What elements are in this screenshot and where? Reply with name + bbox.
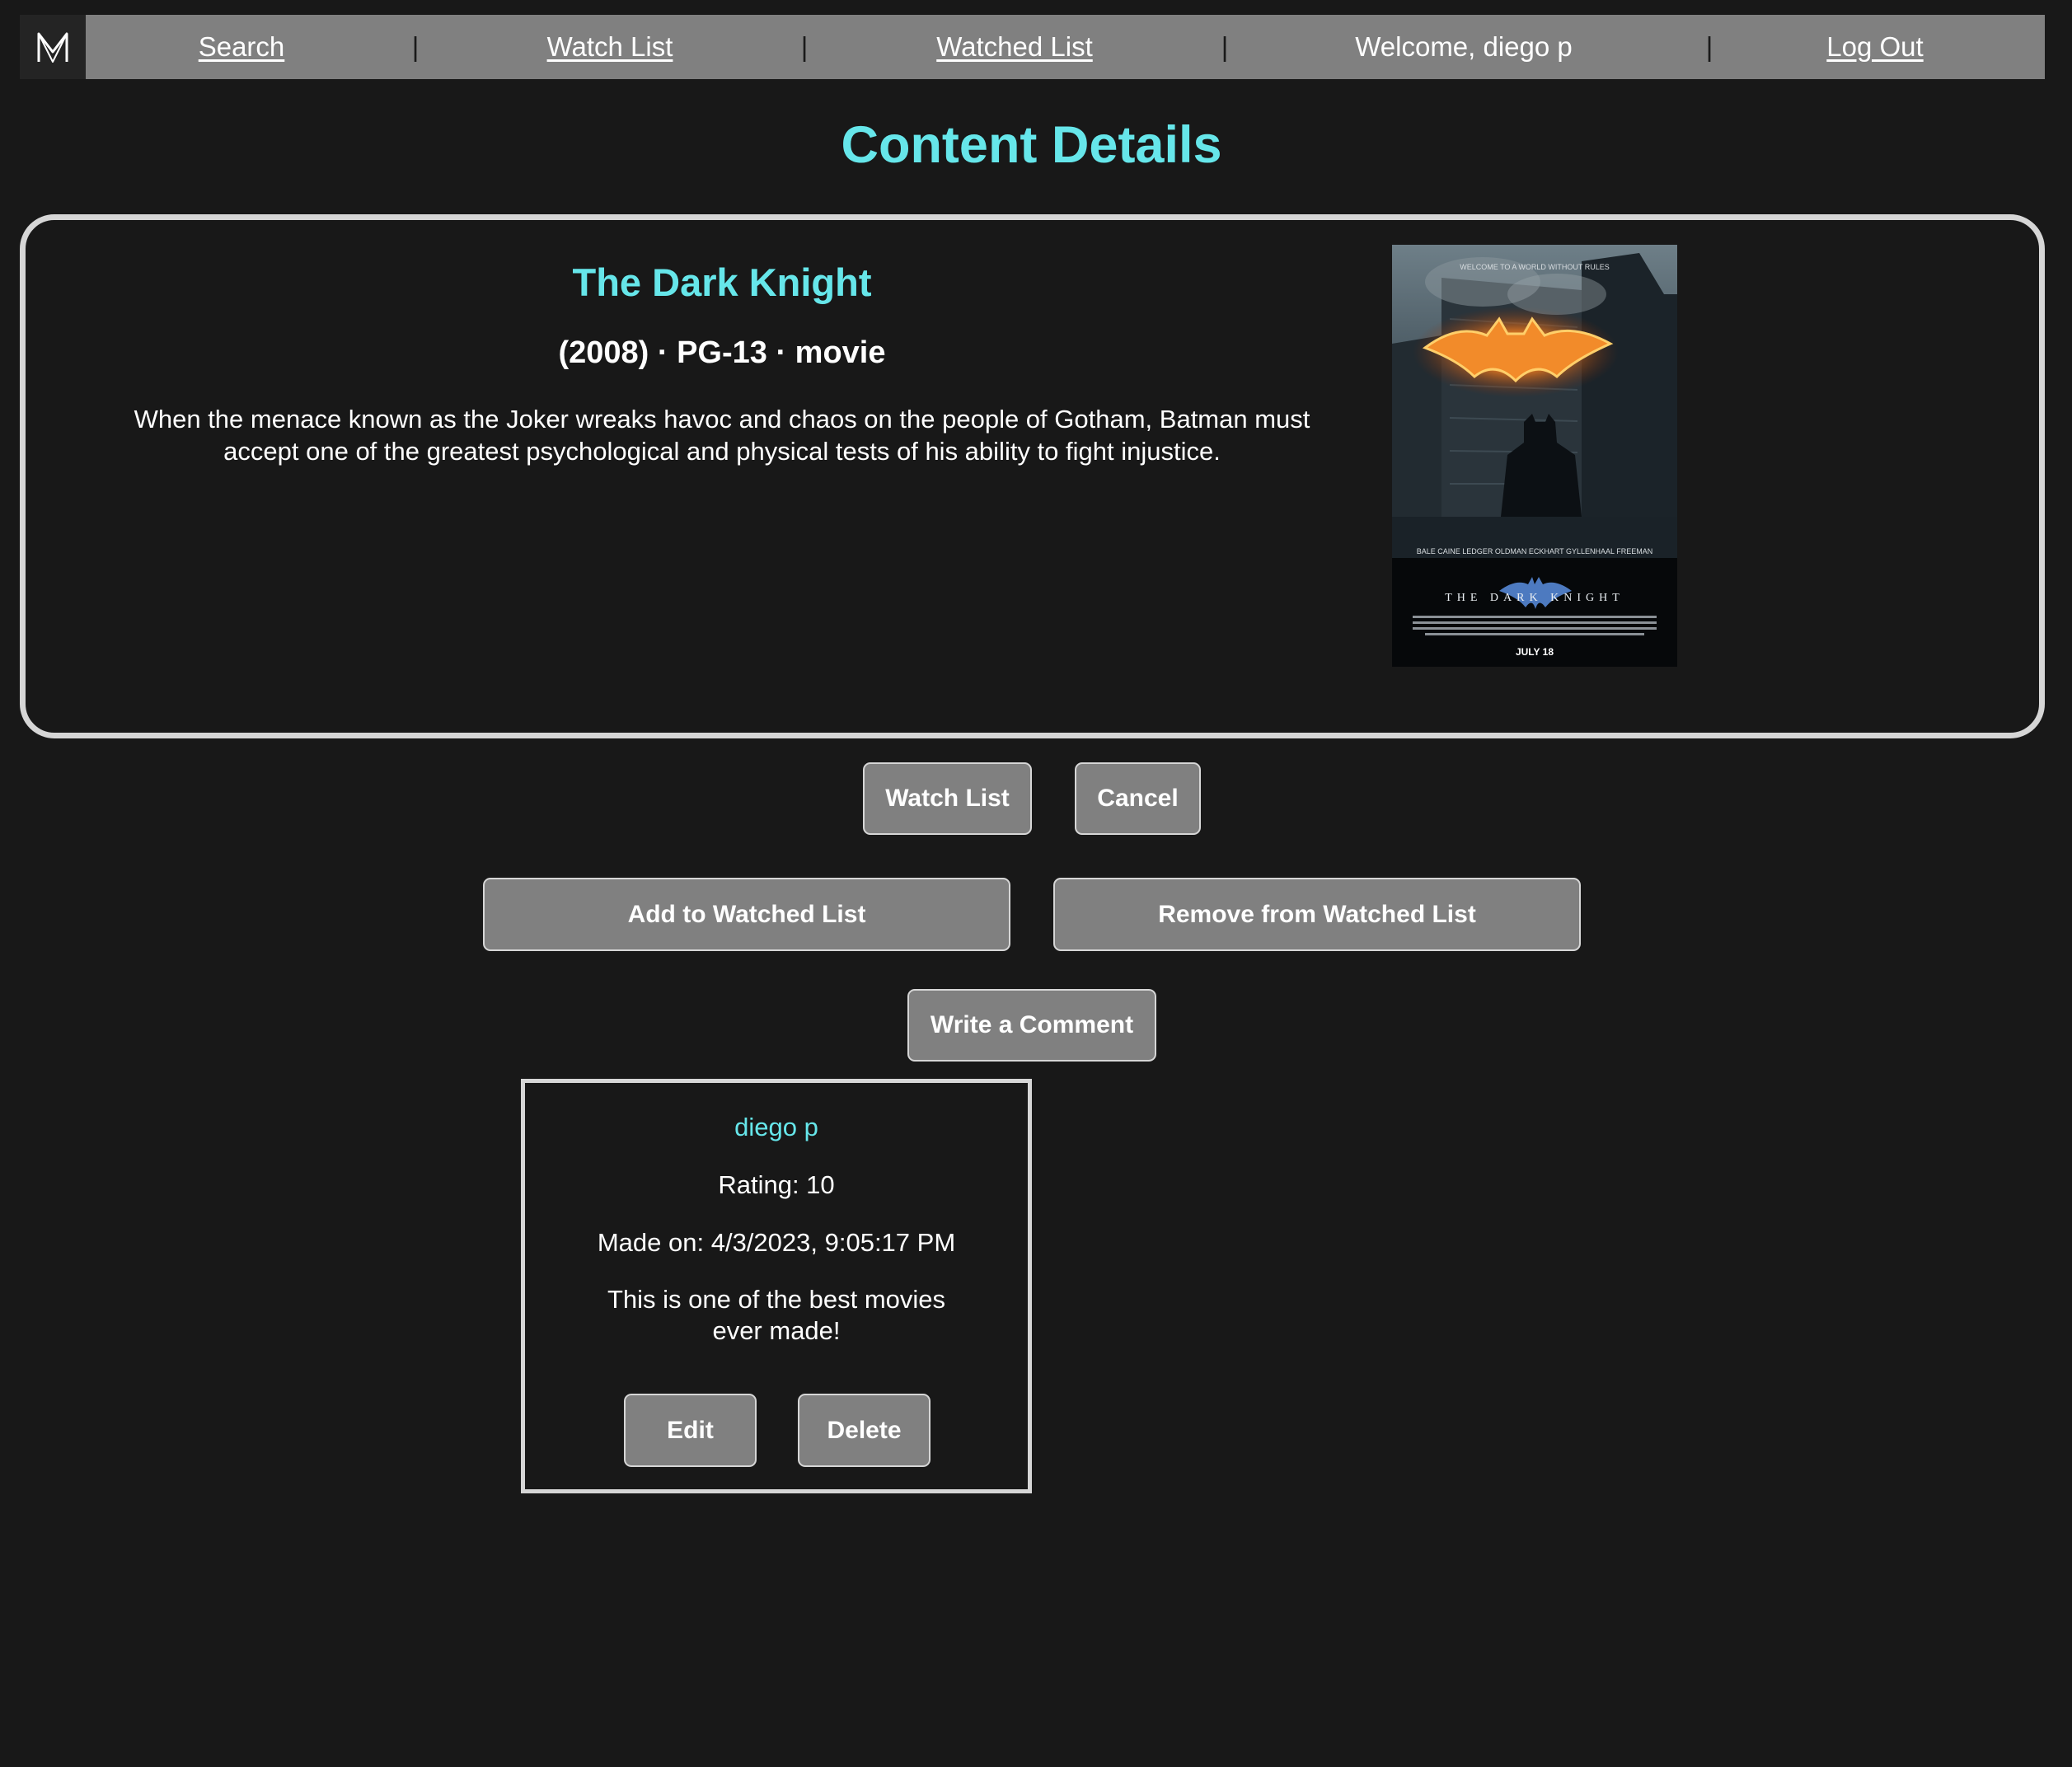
content-title: The Dark Knight bbox=[572, 260, 872, 304]
comment-timestamp: Made on: 4/3/2023, 9:05:17 PM bbox=[597, 1228, 956, 1257]
write-comment-button[interactable]: Write a Comment bbox=[907, 989, 1156, 1062]
poster-tagline: WELCOME TO A WORLD WITHOUT RULES bbox=[1460, 263, 1610, 271]
logo-mark bbox=[37, 32, 68, 63]
poster-artwork: WELCOME TO A WORLD WITHOUT RULES BALE CA… bbox=[1392, 245, 1677, 667]
comment-text: This is one of the best movies ever made… bbox=[607, 1285, 946, 1345]
nav-separator: | bbox=[1705, 31, 1713, 62]
logo-icon[interactable] bbox=[20, 15, 86, 79]
movie-poster: WELCOME TO A WORLD WITHOUT RULES BALE CA… bbox=[1392, 245, 1677, 667]
content-details-card: The Dark Knight (2008) · PG-13 · movie W… bbox=[20, 214, 2045, 738]
content-description: When the menace known as the Joker wreak… bbox=[134, 405, 1310, 466]
edit-comment-button[interactable]: Edit bbox=[624, 1394, 757, 1467]
remove-from-watched-list-button[interactable]: Remove from Watched List bbox=[1053, 878, 1581, 951]
watch-list-button[interactable]: Watch List bbox=[863, 762, 1032, 835]
nav-watched-list-link[interactable]: Watched List bbox=[936, 15, 1093, 79]
comment-author: diego p bbox=[734, 1113, 818, 1141]
nav-separator: | bbox=[800, 31, 809, 62]
poster-cast: BALE CAINE LEDGER OLDMAN ECKHART GYLLENH… bbox=[1417, 547, 1652, 555]
nav-logout-link[interactable]: Log Out bbox=[1826, 15, 1923, 79]
add-to-watched-list-button[interactable]: Add to Watched List bbox=[483, 878, 1010, 951]
cancel-button[interactable]: Cancel bbox=[1075, 762, 1201, 835]
nav-watch-list-link[interactable]: Watch List bbox=[547, 15, 673, 79]
comment-rating: Rating: 10 bbox=[718, 1170, 835, 1199]
poster-date: JULY 18 bbox=[1516, 646, 1554, 658]
welcome-text: Welcome, diego p bbox=[1355, 31, 1573, 62]
nav-search-link[interactable]: Search bbox=[199, 15, 285, 79]
page-title: Content Details bbox=[841, 116, 1222, 174]
nav-separator: | bbox=[411, 31, 420, 62]
content-meta: (2008) · PG-13 · movie bbox=[558, 335, 886, 370]
nav-separator: | bbox=[1221, 31, 1229, 62]
delete-comment-button[interactable]: Delete bbox=[798, 1394, 931, 1467]
poster-title: THE DARK KNIGHT bbox=[1445, 592, 1624, 604]
comment-card: diego p Rating: 10 Made on: 4/3/2023, 9:… bbox=[521, 1079, 1032, 1493]
top-nav-bar: Search | Watch List | Watched List | Wel… bbox=[20, 15, 2045, 79]
